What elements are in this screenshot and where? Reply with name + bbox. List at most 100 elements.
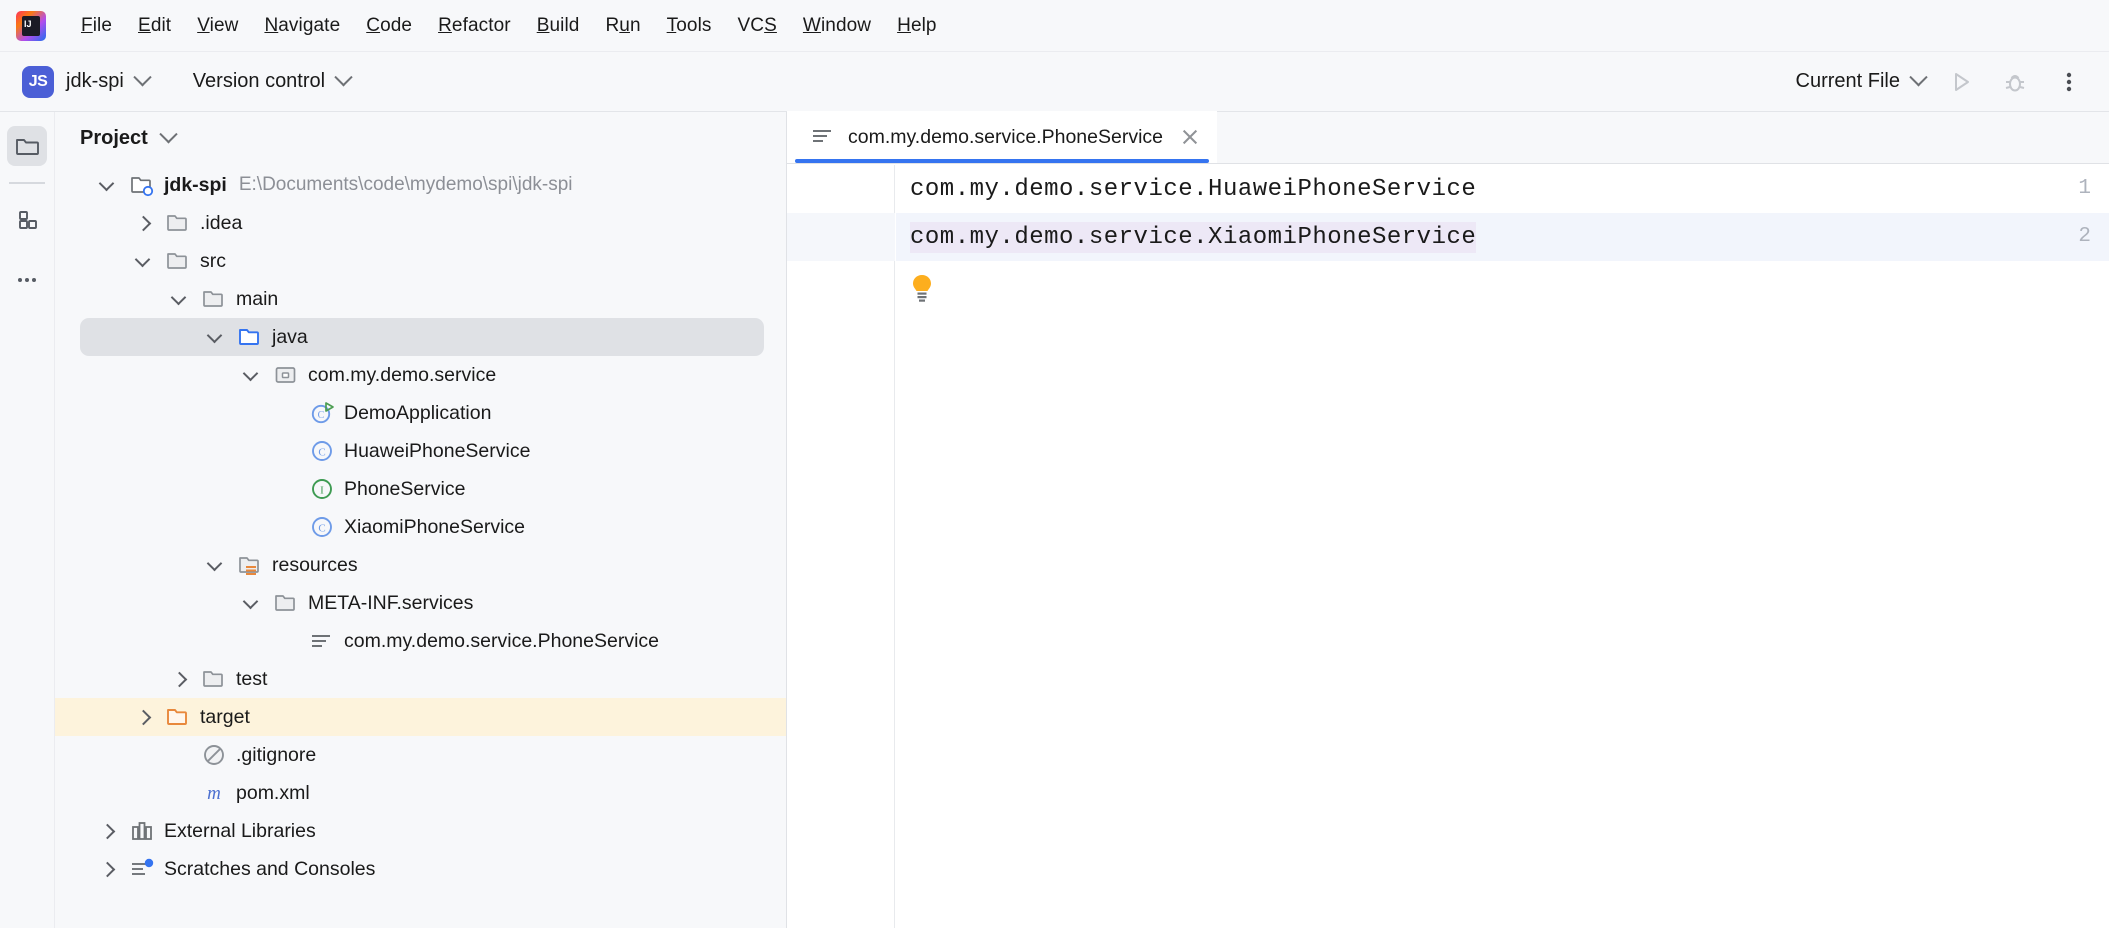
lightbulb-intention-icon[interactable] bbox=[909, 273, 935, 303]
tree-node-jdk-spi[interactable]: jdk-spiE:\Documents\code\mydemo\spi\jdk-… bbox=[55, 166, 786, 204]
chevron-right-icon[interactable] bbox=[97, 820, 119, 842]
tree-node-xiaomiphoneservice[interactable]: C XiaomiPhoneService bbox=[55, 508, 786, 546]
editor-tab-label: com.my.demo.service.PhoneService bbox=[848, 126, 1163, 149]
chevron-right-icon[interactable] bbox=[133, 212, 155, 234]
tree-node-test[interactable]: test bbox=[55, 660, 786, 698]
tree-node-label: jdk-spi bbox=[164, 174, 227, 197]
project-tree: jdk-spiE:\Documents\code\mydemo\spi\jdk-… bbox=[55, 164, 786, 888]
resources-folder-icon bbox=[237, 552, 263, 578]
menu-item-view[interactable]: View bbox=[184, 11, 251, 41]
chevron-down-icon bbox=[1909, 68, 1927, 86]
tree-node-demoapplication[interactable]: CDemoApplication bbox=[55, 394, 786, 432]
run-config-label: Current File bbox=[1796, 70, 1900, 93]
folder-project-icon bbox=[14, 133, 40, 159]
excluded-folder-icon bbox=[165, 704, 191, 730]
tree-node-phoneservice[interactable]: I PhoneService bbox=[55, 470, 786, 508]
tree-node-src[interactable]: src bbox=[55, 242, 786, 280]
tree-node-label: XiaomiPhoneService bbox=[344, 516, 525, 539]
debug-bug-icon[interactable] bbox=[1997, 64, 2033, 100]
menu-item-navigate[interactable]: Navigate bbox=[251, 11, 353, 41]
chevron-down-icon bbox=[334, 68, 352, 86]
code-line[interactable]: com.my.demo.service.XiaomiPhoneService bbox=[896, 213, 2109, 261]
intellij-idea-logo-icon bbox=[16, 11, 46, 41]
menu-item-window[interactable]: Window bbox=[790, 11, 884, 41]
tree-node-pom-xml[interactable]: mpom.xml bbox=[55, 774, 786, 812]
menu-item-build[interactable]: Build bbox=[524, 11, 593, 41]
tree-node-gitignore[interactable]: .gitignore bbox=[55, 736, 786, 774]
chevron-down-icon[interactable] bbox=[205, 326, 227, 348]
external-libraries-icon bbox=[129, 818, 155, 844]
run-play-icon[interactable] bbox=[1943, 64, 1979, 100]
editor-gutter[interactable] bbox=[787, 165, 895, 928]
source-folder-icon bbox=[237, 324, 263, 350]
tree-node-huaweiphoneservice[interactable]: CHuaweiPhoneService bbox=[55, 432, 786, 470]
tree-node-label: java bbox=[272, 326, 308, 349]
code-editor[interactable]: 1com.my.demo.service.HuaweiPhoneService2… bbox=[787, 165, 2109, 928]
chevron-down-icon[interactable] bbox=[133, 250, 155, 272]
project-panel-header[interactable]: Project bbox=[55, 112, 786, 164]
chevron-right-icon[interactable] bbox=[97, 858, 119, 880]
tree-node-resources[interactable]: resources bbox=[55, 546, 786, 584]
menu-item-code[interactable]: Code bbox=[353, 11, 425, 41]
tree-node-java[interactable]: java bbox=[55, 318, 786, 356]
menu-item-help[interactable]: Help bbox=[884, 11, 949, 41]
chevron-down-icon[interactable] bbox=[241, 364, 263, 386]
tree-node-idea[interactable]: .idea bbox=[55, 204, 786, 242]
svg-text:m: m bbox=[207, 783, 221, 804]
tree-node-label: External Libraries bbox=[164, 820, 316, 843]
tree-node-scratches-and-consoles[interactable]: Scratches and Consoles bbox=[55, 850, 786, 888]
menu-item-tools[interactable]: Tools bbox=[654, 11, 725, 41]
kebab-more-icon[interactable] bbox=[2051, 64, 2087, 100]
tree-arrow-spacer bbox=[169, 782, 191, 804]
chevron-down-icon[interactable] bbox=[169, 288, 191, 310]
project-tool-window-button[interactable] bbox=[7, 126, 47, 166]
ellipsis-more-icon bbox=[14, 267, 40, 293]
menu-item-run[interactable]: Run bbox=[592, 11, 653, 41]
chevron-down-icon[interactable] bbox=[205, 554, 227, 576]
menu-item-vcs[interactable]: VCS bbox=[725, 11, 790, 41]
menu-bar: FileEditViewNavigateCodeRefactorBuildRun… bbox=[0, 0, 2109, 52]
tree-node-label: META-INF.services bbox=[308, 592, 473, 615]
scratches-icon bbox=[129, 856, 155, 882]
menu-item-edit[interactable]: Edit bbox=[125, 11, 184, 41]
close-icon[interactable] bbox=[1179, 126, 1201, 148]
svg-text:C: C bbox=[318, 523, 325, 535]
structure-tool-window-button[interactable] bbox=[7, 200, 47, 240]
menu-item-file[interactable]: File bbox=[68, 11, 125, 41]
main-toolbar: JS jdk-spi Version control Current File bbox=[0, 52, 2109, 112]
tree-arrow-spacer bbox=[277, 516, 299, 538]
project-selector[interactable]: JS jdk-spi bbox=[0, 66, 149, 98]
tree-node-com-my-demo-service[interactable]: com.my.demo.service bbox=[55, 356, 786, 394]
strip-divider bbox=[9, 182, 45, 184]
version-control-label: Version control bbox=[193, 70, 325, 93]
folder-icon bbox=[165, 210, 191, 236]
folder-icon bbox=[201, 286, 227, 312]
chevron-right-icon[interactable] bbox=[133, 706, 155, 728]
tree-node-target[interactable]: target bbox=[55, 698, 786, 736]
version-control-widget[interactable]: Version control bbox=[193, 70, 350, 93]
svg-text:C: C bbox=[318, 410, 325, 421]
chevron-down-icon[interactable] bbox=[97, 174, 119, 196]
intellij-idea-window: FileEditViewNavigateCodeRefactorBuildRun… bbox=[0, 0, 2109, 928]
text-file-icon bbox=[309, 628, 335, 654]
project-type-badge: JS bbox=[22, 66, 54, 98]
java-interface-icon: I bbox=[309, 476, 335, 502]
tree-node-label: com.my.demo.service bbox=[308, 364, 496, 387]
code-line[interactable]: com.my.demo.service.HuaweiPhoneService bbox=[896, 165, 2109, 213]
more-tool-windows-button[interactable] bbox=[7, 260, 47, 300]
left-tool-window-strip bbox=[0, 112, 55, 928]
chevron-down-icon[interactable] bbox=[241, 592, 263, 614]
tree-node-main[interactable]: main bbox=[55, 280, 786, 318]
tree-node-com-my-demo-service-phoneservice[interactable]: com.my.demo.service.PhoneService bbox=[55, 622, 786, 660]
tree-node-label: com.my.demo.service.PhoneService bbox=[344, 630, 659, 653]
tree-node-meta-inf-services[interactable]: META-INF.services bbox=[55, 584, 786, 622]
editor-tab-phoneservice[interactable]: com.my.demo.service.PhoneService bbox=[787, 111, 1217, 163]
tree-node-label: target bbox=[200, 706, 250, 729]
menu-item-refactor[interactable]: Refactor bbox=[425, 11, 524, 41]
tree-arrow-spacer bbox=[277, 440, 299, 462]
tree-node-external-libraries[interactable]: External Libraries bbox=[55, 812, 786, 850]
tree-arrow-spacer bbox=[277, 478, 299, 500]
run-configuration-selector[interactable]: Current File bbox=[1796, 70, 1925, 93]
chevron-right-icon[interactable] bbox=[169, 668, 191, 690]
tree-node-label: PhoneService bbox=[344, 478, 465, 501]
